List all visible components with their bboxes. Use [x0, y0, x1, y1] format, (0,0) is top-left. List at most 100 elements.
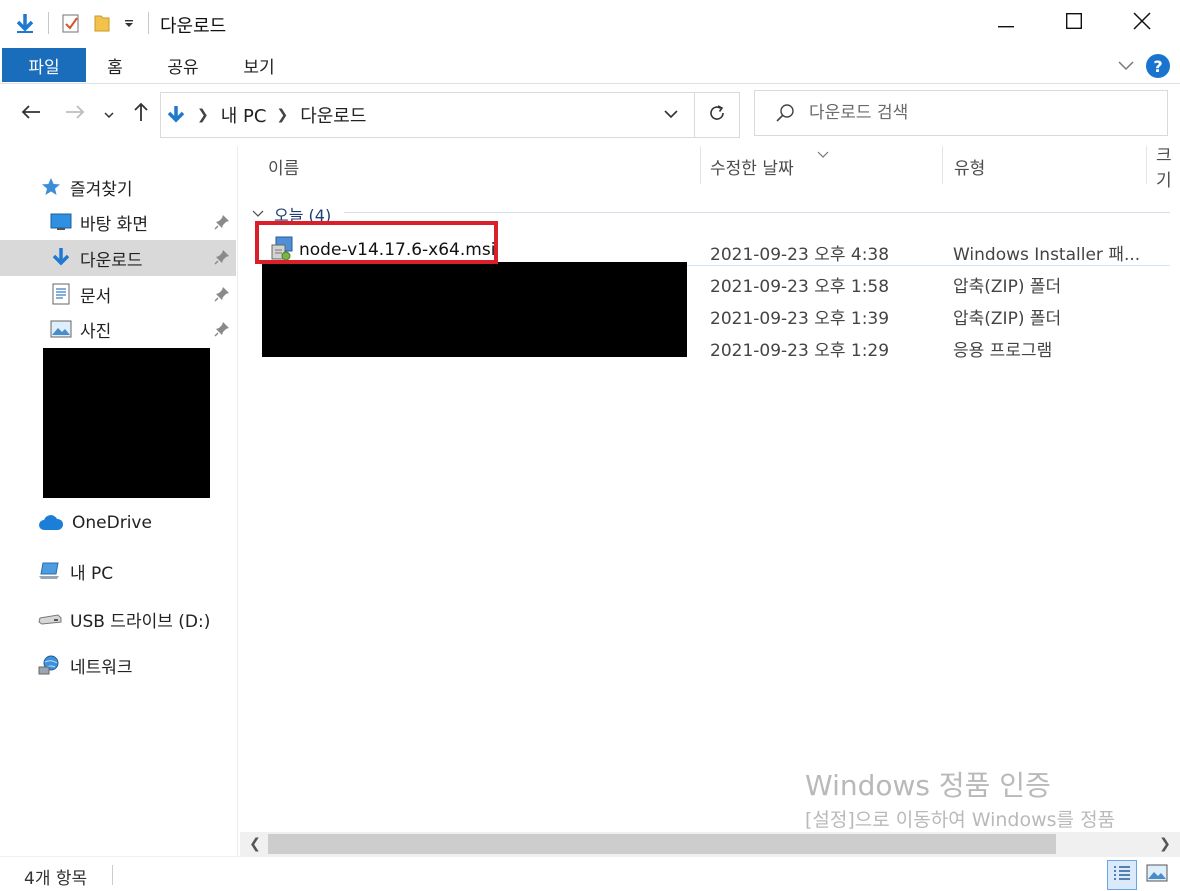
sidebar-item-label: 바탕 화면 — [80, 214, 148, 235]
recent-locations-button[interactable] — [96, 98, 122, 130]
close-button[interactable] — [1108, 0, 1176, 46]
back-button[interactable] — [16, 98, 46, 130]
sidebar-item-quick-access[interactable]: 즐겨찾기 — [0, 170, 236, 204]
sidebar-item-label: USB 드라이브 (D:) — [70, 611, 211, 632]
tab-file[interactable]: 파일 — [2, 48, 86, 82]
search-input[interactable] — [809, 103, 1139, 123]
computer-icon — [38, 560, 62, 582]
up-button[interactable] — [126, 98, 156, 130]
address-dropdown-chevron-icon[interactable] — [663, 106, 679, 122]
ribbon-tabs: 파일 홈 공유 보기 ? — [0, 46, 1180, 84]
forward-button[interactable] — [60, 98, 90, 130]
column-header-size[interactable]: 크기 — [1156, 146, 1180, 191]
tab-home[interactable]: 홈 — [92, 46, 138, 84]
cloud-icon — [38, 512, 64, 534]
window-title: 다운로드 — [160, 16, 227, 37]
file-type: Windows Installer 패... — [953, 245, 1141, 265]
refresh-icon — [708, 104, 726, 127]
expand-ribbon-chevron-icon[interactable] — [1116, 55, 1136, 75]
scrollbar-thumb[interactable] — [268, 834, 1056, 854]
sidebar-item-pictures[interactable]: 사진 — [0, 312, 236, 346]
activation-watermark-text: [설정]으로 이동하여 Windows를 정품 — [805, 809, 1116, 831]
pin-icon[interactable] — [214, 214, 230, 230]
forward-arrow-icon — [65, 104, 85, 125]
column-header-type[interactable]: 유형 — [954, 146, 985, 186]
usb-drive-icon — [38, 608, 62, 630]
collapse-chevron-icon[interactable] — [252, 210, 264, 218]
download-arrow-icon[interactable] — [12, 10, 38, 36]
breadcrumb-this-pc[interactable]: 내 PC — [221, 102, 267, 128]
sidebar-item-usb-drive[interactable]: USB 드라이브 (D:) — [0, 602, 236, 636]
scroll-right-arrow-icon[interactable]: ❯ — [1154, 834, 1176, 854]
file-name[interactable]: node-v14.17.6-x64.msi — [299, 240, 495, 260]
column-header-name[interactable]: 이름 — [268, 146, 299, 186]
group-label: 오늘 (4) — [274, 206, 332, 225]
tab-share[interactable]: 공유 — [158, 46, 208, 84]
redacted-region — [43, 348, 210, 498]
breadcrumb-separator-icon[interactable]: ❯ — [276, 107, 288, 123]
customize-quick-access-dropdown-icon[interactable] — [118, 10, 140, 36]
download-arrow-icon — [167, 105, 185, 125]
star-icon — [40, 176, 62, 198]
installer-package-icon — [270, 236, 294, 262]
sidebar-item-label: 사진 — [80, 321, 112, 342]
close-icon — [1133, 11, 1151, 35]
details-view-button[interactable] — [1107, 860, 1137, 890]
navigation-bar: ❯ 내 PC ❯ 다운로드 — [0, 84, 1180, 146]
desktop-icon — [50, 211, 72, 233]
column-header-date-modified[interactable]: 수정한 날짜 — [710, 146, 794, 186]
pin-icon[interactable] — [214, 321, 230, 337]
properties-checkmark-icon[interactable] — [58, 10, 84, 36]
sidebar-item-documents[interactable]: 문서 — [0, 277, 236, 311]
refresh-button[interactable] — [694, 92, 740, 138]
pin-icon[interactable] — [214, 286, 230, 302]
help-button[interactable]: ? — [1146, 54, 1170, 78]
maximize-button[interactable] — [1040, 0, 1108, 46]
minimize-button[interactable] — [972, 0, 1040, 46]
sidebar-item-this-pc[interactable]: 내 PC — [0, 554, 236, 588]
item-count: 4개 항목 — [24, 869, 88, 889]
large-icons-view-button[interactable] — [1142, 860, 1172, 890]
new-folder-icon[interactable] — [90, 10, 114, 36]
column-divider[interactable] — [942, 146, 943, 184]
file-type: 압축(ZIP) 폴더 — [953, 277, 1062, 297]
title-divider — [148, 12, 149, 34]
large-icons-view-icon — [1146, 864, 1168, 887]
minimize-icon — [998, 13, 1014, 33]
sidebar-item-downloads[interactable]: 다운로드 — [0, 240, 236, 276]
pin-icon[interactable] — [214, 249, 230, 265]
breadcrumb-downloads[interactable]: 다운로드 — [300, 102, 366, 128]
pictures-icon — [50, 318, 72, 340]
breadcrumb-separator-icon[interactable]: ❯ — [197, 107, 209, 123]
back-arrow-icon — [21, 104, 41, 125]
group-header-today[interactable]: 오늘 (4) — [252, 202, 331, 226]
sort-indicator-chevron-icon — [816, 144, 830, 158]
file-date: 2021-09-23 오후 4:38 — [710, 245, 890, 265]
sidebar-item-label: 네트워크 — [70, 657, 133, 678]
sidebar-item-desktop[interactable]: 바탕 화면 — [0, 205, 236, 239]
chevron-down-icon — [104, 104, 114, 124]
column-divider[interactable] — [1146, 146, 1147, 184]
sidebar-item-network[interactable]: 네트워크 — [0, 648, 236, 682]
activation-watermark-title: Windows 정품 인증 — [805, 769, 1051, 802]
group-divider-line — [344, 212, 1170, 213]
download-arrow-icon — [50, 247, 72, 269]
scroll-left-arrow-icon[interactable]: ❮ — [244, 834, 266, 854]
title-bar: 다운로드 — [0, 0, 1180, 46]
network-globe-icon — [38, 654, 62, 676]
sidebar-item-label: 다운로드 — [80, 250, 143, 271]
redacted-region — [262, 262, 687, 357]
tab-view[interactable]: 보기 — [234, 46, 284, 84]
file-date: 2021-09-23 오후 1:29 — [710, 341, 890, 361]
file-type: 응용 프로그램 — [953, 341, 1053, 361]
sidebar-item-onedrive[interactable]: OneDrive — [0, 506, 236, 540]
status-bar: 4개 항목 — [0, 856, 1180, 891]
horizontal-scrollbar[interactable]: ❮ ❯ — [240, 832, 1180, 856]
navigation-pane: 즐겨찾기 바탕 화면 다운로드 문서 사진 OneDrive 내 PC USB … — [0, 146, 238, 858]
search-box[interactable] — [754, 90, 1168, 136]
file-date: 2021-09-23 오후 1:39 — [710, 309, 890, 329]
column-divider[interactable] — [700, 146, 701, 184]
up-arrow-icon — [133, 102, 149, 127]
address-bar[interactable]: ❯ 내 PC ❯ 다운로드 — [160, 92, 740, 138]
maximize-icon — [1065, 12, 1083, 34]
